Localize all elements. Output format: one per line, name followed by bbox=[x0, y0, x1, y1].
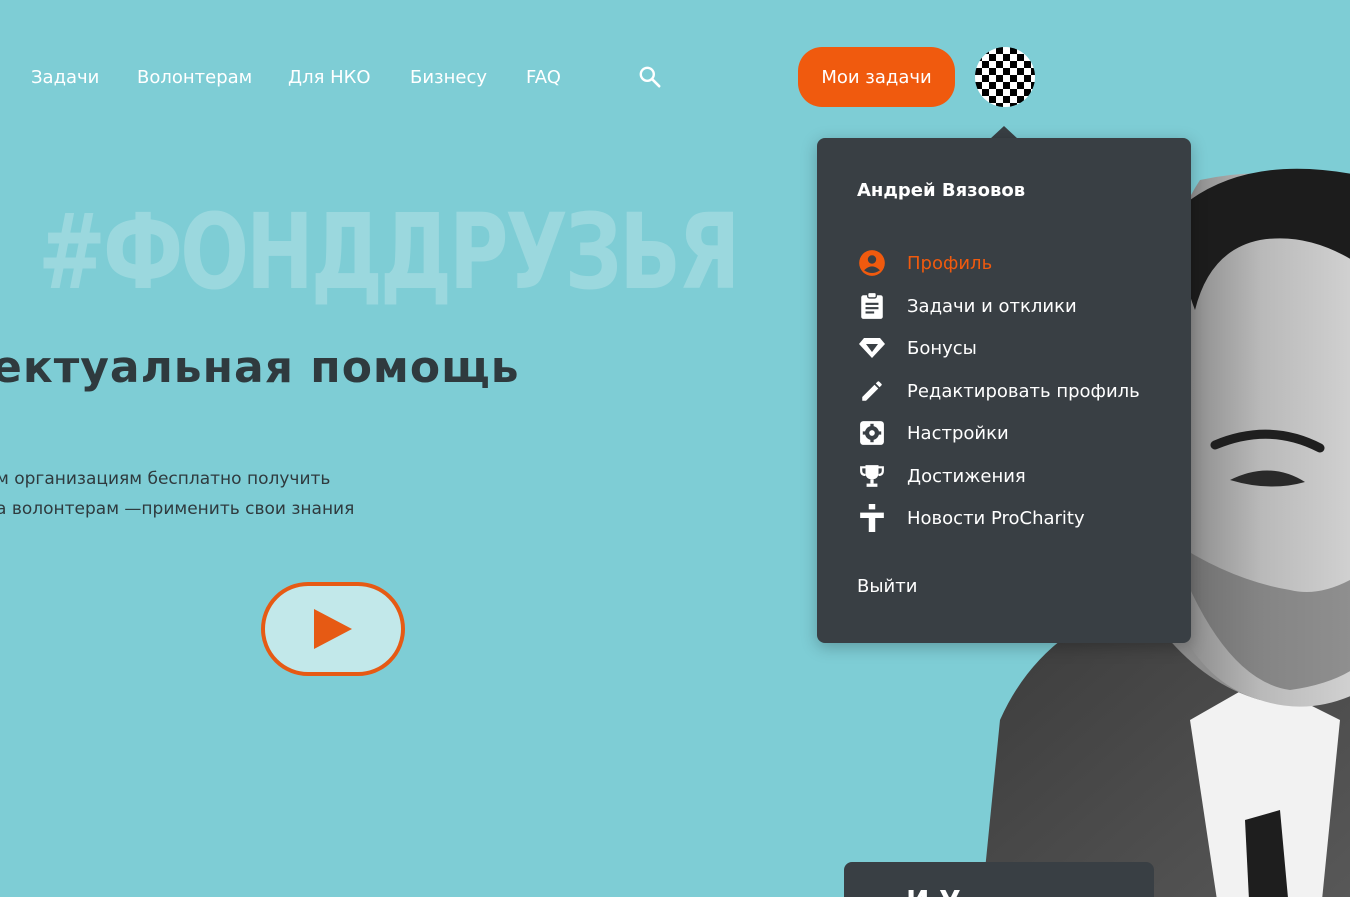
menu-item-procharity-news[interactable]: Новости ProCharity bbox=[857, 502, 1085, 534]
account-circle-icon bbox=[857, 248, 887, 278]
user-avatar[interactable] bbox=[975, 47, 1035, 107]
my-tasks-button[interactable]: Мои задачи bbox=[798, 47, 955, 107]
trophy-icon bbox=[857, 461, 887, 491]
play-video-button[interactable] bbox=[261, 582, 405, 676]
hero-description: м организациям бесплатно получить а воло… bbox=[0, 464, 354, 524]
procharity-logo-icon bbox=[857, 503, 887, 533]
menu-item-label: Профиль bbox=[907, 252, 993, 274]
clipboard-icon bbox=[857, 291, 887, 321]
bottom-card: И У bbox=[844, 862, 1154, 897]
hero-title: ектуальная помощь bbox=[0, 342, 520, 393]
nav-item-business[interactable]: Бизнесу bbox=[410, 62, 487, 94]
menu-item-label: Новости ProCharity bbox=[907, 507, 1085, 529]
hero-hashtag: #ФОНДДРУЗЬЯ bbox=[38, 191, 740, 313]
hero-description-line-2: а волонтерам —применить свои знания bbox=[0, 499, 355, 519]
logout-link[interactable]: Выйти bbox=[857, 576, 917, 597]
nav-item-tasks[interactable]: Задачи bbox=[31, 62, 99, 94]
menu-item-edit-profile[interactable]: Редактировать профиль bbox=[857, 375, 1140, 407]
nav-item-nko[interactable]: Для НКО bbox=[288, 62, 371, 94]
menu-item-settings[interactable]: Настройки bbox=[857, 417, 1009, 449]
settings-icon bbox=[857, 418, 887, 448]
diamond-icon bbox=[857, 333, 887, 363]
menu-item-achievements[interactable]: Достижения bbox=[857, 460, 1026, 492]
user-name: Андрей Вязовов bbox=[857, 180, 1026, 201]
menu-item-profile[interactable]: Профиль bbox=[857, 247, 992, 279]
search-icon[interactable] bbox=[637, 64, 663, 90]
hero-description-line-1: м организациям бесплатно получить bbox=[0, 469, 331, 489]
user-dropdown-menu: Андрей Вязовов Профиль Задачи и отклики … bbox=[817, 138, 1191, 643]
menu-item-bonuses[interactable]: Бонусы bbox=[857, 332, 977, 364]
menu-item-label: Настройки bbox=[907, 422, 1009, 444]
menu-item-label: Задачи и отклики bbox=[907, 295, 1077, 317]
page: Задачи Волонтерам Для НКО Бизнесу FAQ Мо… bbox=[0, 0, 1350, 897]
bottom-card-text: И У bbox=[906, 884, 961, 897]
menu-item-label: Редактировать профиль bbox=[907, 380, 1140, 402]
nav-item-volunteers[interactable]: Волонтерам bbox=[137, 62, 252, 94]
menu-item-tasks-responses[interactable]: Задачи и отклики bbox=[857, 290, 1077, 322]
pencil-icon bbox=[857, 376, 887, 406]
play-icon bbox=[314, 609, 352, 649]
menu-item-label: Достижения bbox=[907, 465, 1026, 487]
nav-item-faq[interactable]: FAQ bbox=[526, 62, 561, 94]
menu-item-label: Бонусы bbox=[907, 337, 977, 359]
